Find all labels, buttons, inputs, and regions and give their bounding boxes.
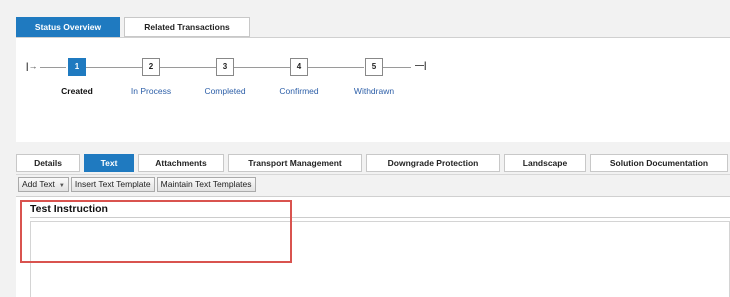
step-5[interactable]: 5 [365,58,383,76]
step-3[interactable]: 3 [216,58,234,76]
title-divider [30,217,730,218]
step-connector [234,67,290,68]
tab-transport-management[interactable]: Transport Management [228,154,362,172]
tab-solution-documentation[interactable]: Solution Documentation [590,154,728,172]
tab-status-overview[interactable]: Status Overview [16,17,120,37]
text-content-panel: Test Instruction [16,196,730,297]
status-overview-panel: |→ 1 2 3 4 5 —| Created In Process Compl… [16,37,730,142]
step-4[interactable]: 4 [290,58,308,76]
tab-attachments[interactable]: Attachments [138,154,224,172]
text-toolbar: Add Text ▼ Insert Text Template Maintain … [16,174,730,194]
tab-landscape[interactable]: Landscape [504,154,586,172]
step-2[interactable]: 2 [142,58,160,76]
tab-text[interactable]: Text [84,154,134,172]
step-connector [40,67,66,68]
tab-details[interactable]: Details [16,154,80,172]
step-label-created: Created [61,86,93,96]
step-1[interactable]: 1 [68,58,86,76]
step-connector [383,67,411,68]
step-connector [86,67,142,68]
test-instruction-textarea[interactable] [30,221,730,297]
flow-end-icon: —| [415,60,427,70]
step-connector [308,67,364,68]
flow-start-icon: |→ [26,61,38,71]
step-label-confirmed[interactable]: Confirmed [264,86,334,96]
maintain-text-templates-button[interactable]: Maintain Text Templates [156,177,256,192]
detail-tab-bar: Details Text Attachments Transport Manag… [16,154,728,172]
tab-related-transactions[interactable]: Related Transactions [124,17,250,37]
tab-downgrade-protection[interactable]: Downgrade Protection [366,154,500,172]
step-label-withdrawn[interactable]: Withdrawn [339,86,409,96]
section-title: Test Instruction [30,203,108,215]
step-label-completed[interactable]: Completed [190,86,260,96]
step-connector [160,67,216,68]
top-tab-bar: Status Overview Related Transactions [16,17,250,37]
step-label-in-process[interactable]: In Process [116,86,186,96]
insert-text-template-button[interactable]: Insert Text Template [70,177,155,192]
add-text-dropdown[interactable]: Add Text ▼ [18,177,69,192]
caret-down-icon: ▼ [58,183,65,189]
add-text-label: Add Text [22,179,55,189]
